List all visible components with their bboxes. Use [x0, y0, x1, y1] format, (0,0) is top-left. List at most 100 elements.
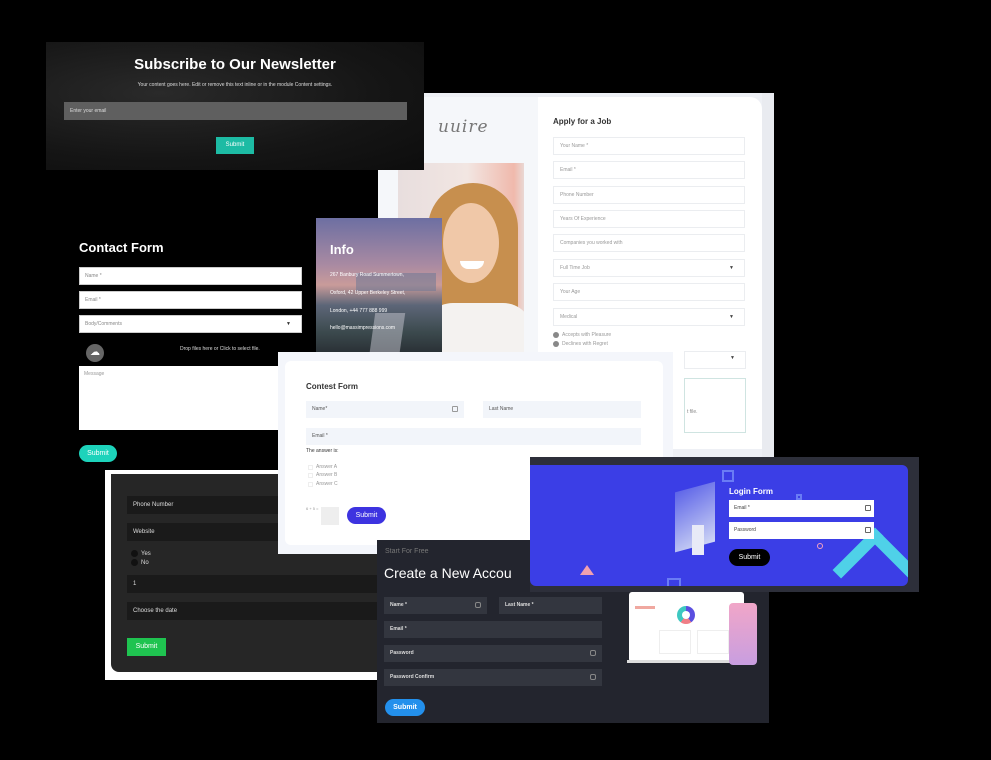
brand-logo: uuire [438, 117, 489, 137]
chevron-down-icon: ▼ [286, 321, 291, 327]
contest-email-field[interactable]: Email * [306, 428, 641, 445]
upload-hint: t file. [687, 409, 698, 415]
login-email-placeholder: Email * [734, 505, 750, 511]
contact-form-title: Contact Form [79, 240, 164, 255]
companies-field[interactable]: Companies you worked with [553, 234, 745, 252]
your-name-field[interactable]: Your Name * [553, 137, 745, 155]
decor-ring [817, 543, 823, 549]
age-field[interactable]: Your Age [553, 283, 745, 301]
radio-no[interactable]: No [131, 559, 149, 566]
info-email-line[interactable]: hello@massimpressions.com [330, 325, 395, 331]
newsletter-title: Subscribe to Our Newsletter [134, 56, 336, 73]
medical-value: Medical [560, 314, 578, 320]
body-comments-select[interactable]: Body/Comments ▼ [79, 315, 302, 333]
answer-b-label: Answer B [316, 472, 338, 478]
info-address-line-2: Oxford, 42 Upper Berkeley Street, [330, 290, 406, 296]
contact-card-icon [452, 406, 458, 412]
phone-illustration [692, 525, 704, 555]
account-name-field[interactable]: Name * [384, 597, 487, 614]
job-type-select[interactable]: Full Time Job ▼ [553, 259, 745, 277]
contest-name-field[interactable]: Name* [306, 401, 464, 418]
radio-declines[interactable]: Declines with Regret [553, 341, 608, 347]
radio-accepts-label: Accepts with Pleasure [562, 332, 612, 338]
job-type-value: Full Time Job [560, 265, 590, 271]
login-password-field[interactable]: Password [729, 522, 874, 539]
contest-last-name-field[interactable]: Last Name [483, 401, 641, 418]
login-password-placeholder: Password [734, 527, 756, 533]
checkbox [308, 464, 313, 470]
cloud-upload-icon[interactable]: ☁ [86, 344, 104, 362]
number-field[interactable]: 1 [127, 575, 385, 593]
newsletter-submit-button[interactable]: Submit [216, 137, 254, 154]
radio-dot [131, 559, 138, 566]
phone-number-field[interactable]: Phone Number [553, 186, 745, 204]
radio-dot [553, 332, 559, 338]
newsletter-card: Subscribe to Our Newsletter Your content… [46, 42, 424, 170]
radio-dot [553, 341, 559, 347]
decor-triangle [580, 565, 594, 575]
login-email-field[interactable]: Email * [729, 500, 874, 517]
account-submit-button[interactable]: Submit [385, 699, 425, 716]
chevron-down-icon: ▼ [730, 355, 735, 361]
account-password-field[interactable]: Password [384, 645, 602, 662]
info-phone-line: London, +44 777 888 999 [330, 308, 388, 314]
road-image [366, 313, 406, 352]
job-extra-select[interactable]: ▼ [684, 351, 746, 369]
dashboard-laptop-illustration [629, 592, 744, 662]
answer-c-option[interactable]: Answer C [308, 481, 338, 487]
contact-submit-button[interactable]: Submit [79, 445, 117, 462]
contact-card-icon [865, 527, 871, 533]
account-email-field[interactable]: Email * [384, 621, 602, 638]
contest-submit-button[interactable]: Submit [347, 507, 386, 524]
answer-a-option[interactable]: Answer A [308, 464, 337, 470]
email-field[interactable]: Email * [553, 161, 745, 179]
phone-illustration [729, 603, 757, 665]
info-title: Info [330, 242, 354, 257]
account-last-name-field[interactable]: Last Name * [499, 597, 602, 614]
login-form-panel: Login Form Email * Password Submit [530, 465, 908, 586]
newsletter-description: Your content goes here. Edit or remove t… [137, 82, 333, 88]
decor-square [722, 470, 734, 482]
account-kicker: Start For Free [385, 548, 429, 555]
captcha-input[interactable] [321, 507, 339, 525]
dark-form-submit-button[interactable]: Submit [127, 638, 166, 656]
account-password-confirm-field[interactable]: Password Confirm [384, 669, 602, 686]
laptop-base [627, 660, 737, 663]
radio-no-label: No [141, 559, 149, 566]
drop-files-text[interactable]: Drop files here or Click to select file. [180, 346, 260, 352]
illustration-sidebar [635, 606, 655, 609]
answer-a-label: Answer A [316, 464, 338, 470]
decor-square [667, 578, 681, 586]
experience-field[interactable]: Years Of Experience [553, 210, 745, 228]
captcha-question: 6 + 5 = [306, 506, 319, 511]
contact-email-field[interactable]: Email * [79, 291, 302, 309]
account-title: Create a New Accou [384, 565, 512, 581]
chevron-down-icon: ▼ [729, 265, 734, 271]
checkbox [308, 472, 313, 478]
lock-icon [590, 650, 596, 656]
radio-yes-label: Yes [141, 550, 151, 557]
contest-question: The answer is: [306, 448, 339, 454]
lock-icon [590, 674, 596, 680]
file-upload-area[interactable]: t file. [684, 378, 746, 433]
checkbox [308, 481, 313, 487]
newsletter-email-input[interactable]: Enter your email [64, 102, 407, 120]
contact-card-icon [865, 505, 871, 511]
date-field[interactable]: Choose the date [127, 602, 385, 620]
medical-select[interactable]: Medical ▼ [553, 308, 745, 326]
contact-card-icon [475, 602, 481, 608]
account-password-confirm-placeholder: Password Confirm [390, 674, 435, 680]
message-textarea[interactable]: Message [79, 366, 309, 430]
job-form-title: Apply for a Job [553, 117, 612, 126]
illustration-panel [697, 630, 729, 654]
radio-yes[interactable]: Yes [131, 550, 151, 557]
contest-name-placeholder: Name* [312, 406, 328, 412]
radio-dot [131, 550, 138, 557]
body-comments-value: Body/Comments [85, 321, 122, 327]
account-name-placeholder: Name * [390, 602, 407, 608]
contact-name-field[interactable]: Name * [79, 267, 302, 285]
login-submit-button[interactable]: Submit [729, 549, 770, 566]
answer-b-option[interactable]: Answer B [308, 472, 337, 478]
photo-face [443, 203, 499, 283]
radio-accepts[interactable]: Accepts with Pleasure [553, 332, 611, 338]
